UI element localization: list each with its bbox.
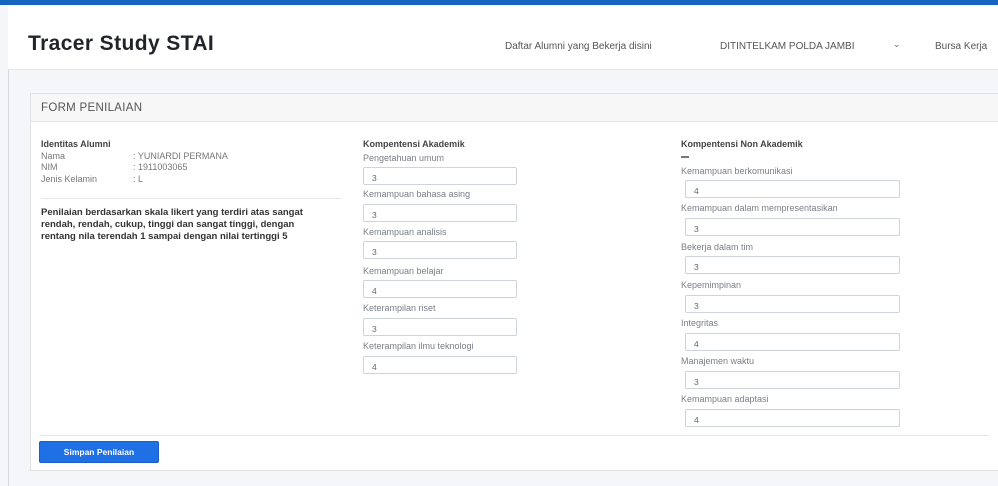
nav-link-ditintelkam[interactable]: DITINTELKAM POLDA JAMBI — [720, 41, 854, 52]
field-label: Kemampuan analisis — [363, 227, 447, 237]
field-label: Integritas — [681, 318, 719, 328]
non-akademik-input-manajemen-waktu[interactable] — [685, 371, 900, 389]
non-akademik-input-adaptasi[interactable] — [685, 409, 900, 427]
identitas-value-nim: : 1911003065 — [133, 162, 188, 172]
nav-link-daftar-alumni[interactable]: Daftar Alumni yang Bekerja disini — [505, 41, 652, 52]
field-label: Pengetahuan umum — [363, 153, 445, 163]
save-button[interactable]: Simpan Penilaian — [39, 441, 159, 463]
field-label: Kemampuan dalam mempresentasikan — [681, 203, 838, 213]
field-label: Kemampuan belajar — [363, 266, 444, 276]
field-label: Manajemen waktu — [681, 356, 755, 366]
identitas-label-nim: NIM — [41, 162, 58, 172]
form-footer-divider — [39, 435, 989, 436]
identitas-value-nama: : YUNIARDI PERMANA — [133, 151, 228, 161]
non-akademik-input-integritas[interactable] — [685, 333, 900, 351]
likert-note: Penilaian berdasarkan skala likert yang … — [41, 207, 303, 242]
akademik-title: Kompentensi Akademik — [363, 139, 465, 149]
field-label: Kemampuan berkomunikasi — [681, 166, 793, 176]
form-title: FORM PENILAIAN — [41, 102, 143, 114]
akademik-input-belajar[interactable] — [363, 280, 517, 298]
card-header: FORM PENILAIAN — [31, 94, 998, 122]
akademik-input-pengetahuan-umum[interactable] — [363, 167, 517, 185]
akademik-input-riset[interactable] — [363, 318, 517, 336]
marker-icon — [681, 156, 689, 158]
identitas-label-nama: Nama — [41, 151, 66, 161]
identitas-label-jenis-kelamin: Jenis Kelamin — [41, 174, 98, 184]
field-label: Bekerja dalam tim — [681, 242, 754, 252]
field-label: Kepemimpinan — [681, 280, 742, 290]
akademik-input-ilmu-teknologi[interactable] — [363, 356, 517, 374]
identitas-value-jenis-kelamin: : L — [133, 174, 144, 184]
non-akademik-input-presentasi[interactable] — [685, 218, 900, 236]
field-label: Keterampilan ilmu teknologi — [363, 341, 474, 351]
field-label: Kemampuan adaptasi — [681, 394, 769, 404]
non-akademik-title: Kompentensi Non Akademik — [681, 139, 803, 149]
identitas-divider — [41, 198, 341, 199]
form-card: FORM PENILAIAN Identitas Alumni Nama : Y… — [30, 93, 998, 471]
brand-title[interactable]: Tracer Study STAI — [28, 32, 214, 56]
left-border — [8, 70, 9, 486]
non-akademik-input-kepemimpinan[interactable] — [685, 295, 900, 313]
non-akademik-input-tim[interactable] — [685, 256, 900, 274]
identitas-title: Identitas Alumni — [41, 139, 111, 149]
nav-link-bursa-kerja[interactable]: Bursa Kerja — [935, 41, 987, 52]
field-label: Keterampilan riset — [363, 303, 436, 313]
akademik-input-bahasa-asing[interactable] — [363, 204, 517, 222]
non-akademik-input-berkomunikasi[interactable] — [685, 180, 900, 198]
dropdown-chevron-icon[interactable]: ⌄ — [893, 39, 901, 50]
akademik-input-analisis[interactable] — [363, 241, 517, 259]
field-label: Kemampuan bahasa asing — [363, 189, 471, 199]
navbar: Tracer Study STAI Daftar Alumni yang Bek… — [8, 5, 998, 70]
